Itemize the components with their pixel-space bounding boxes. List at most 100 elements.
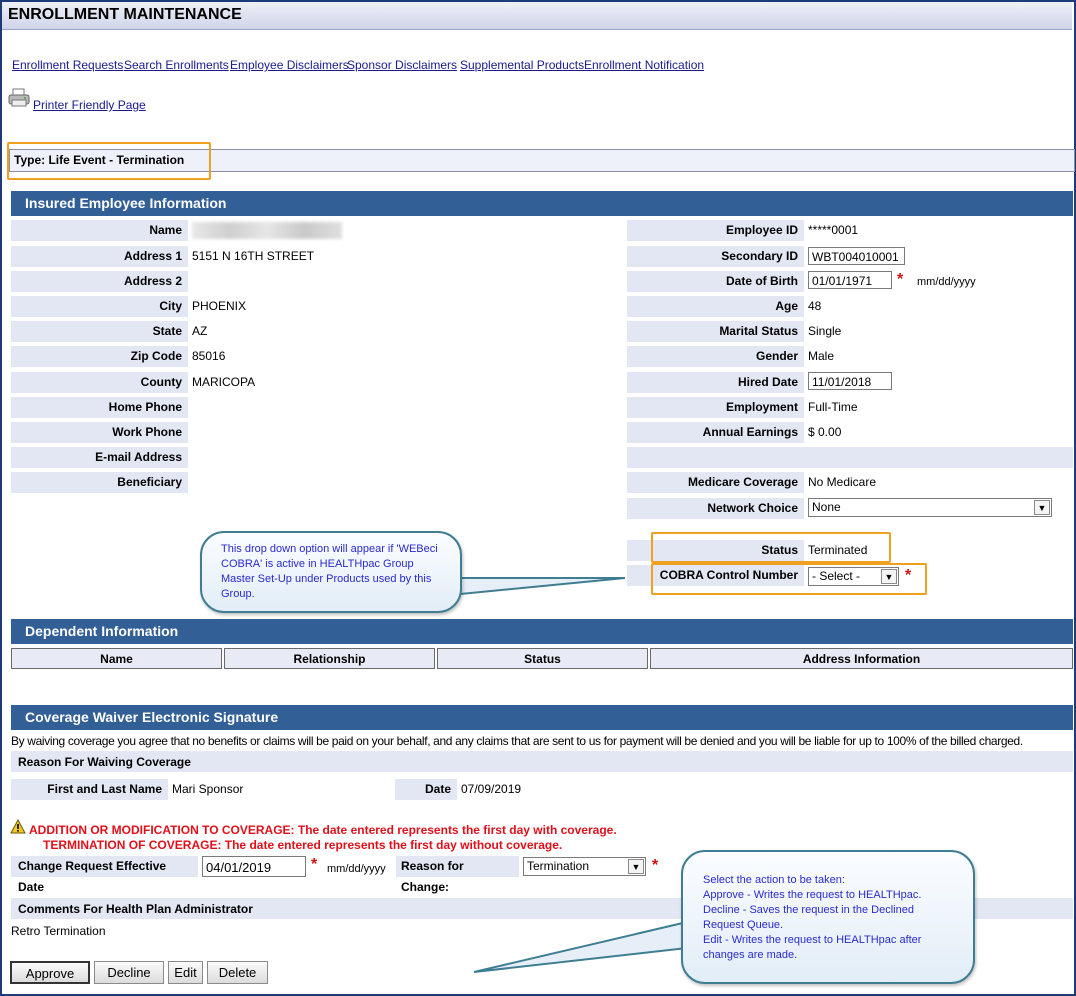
actions-callout-approve: Approve - Writes the request to HEALTHpa… xyxy=(703,889,922,901)
earnings-value: $ 0.00 xyxy=(808,425,842,439)
zip-value: 85016 xyxy=(192,349,226,363)
dependent-col-address: Address Information xyxy=(650,648,1073,669)
nav-employee-disclaimers[interactable]: Employee Disclaimers xyxy=(230,58,349,72)
address1-value: 5151 N 16TH STREET xyxy=(192,249,315,263)
cobra-highlight xyxy=(651,563,927,595)
work-phone-label: Work Phone xyxy=(11,422,188,443)
warning-termination: TERMINATION OF COVERAGE: The date entere… xyxy=(43,838,563,852)
zip-label: Zip Code xyxy=(11,346,188,367)
approve-button[interactable]: Approve xyxy=(10,961,90,984)
secondary-id-label: Secondary ID xyxy=(627,246,804,267)
decline-button[interactable]: Decline xyxy=(94,961,164,984)
home-phone-label: Home Phone xyxy=(11,397,188,418)
email-label: E-mail Address xyxy=(11,447,188,468)
state-label: State xyxy=(11,321,188,342)
state-value: AZ xyxy=(192,324,208,338)
required-icon: * xyxy=(311,856,318,873)
reason-change-value: Termination xyxy=(527,859,590,873)
dependent-section-header: Dependent Information xyxy=(11,619,1073,644)
city-value: PHOENIX xyxy=(192,299,247,313)
comments-value: Retro Termination xyxy=(11,924,106,938)
name-value-redacted xyxy=(192,222,342,239)
gender-label: Gender xyxy=(627,346,804,367)
effective-date-input[interactable]: 04/01/2019 xyxy=(202,856,306,877)
first-last-name-value: Mari Sponsor xyxy=(172,782,244,796)
hired-label: Hired Date xyxy=(627,372,804,393)
delete-button[interactable]: Delete xyxy=(207,961,268,984)
waiver-date-value: 07/09/2019 xyxy=(461,782,522,796)
required-icon: * xyxy=(652,857,659,874)
status-highlight xyxy=(651,532,891,563)
nav-enrollment-notification[interactable]: Enrollment Notification xyxy=(584,58,704,72)
network-label: Network Choice xyxy=(627,498,804,519)
nav-search-enrollments[interactable]: Search Enrollments xyxy=(124,58,229,72)
marital-value: Single xyxy=(808,324,842,338)
dependent-col-status: Status xyxy=(437,648,648,669)
actions-callout-decline: Decline - Saves the request in the Decli… xyxy=(703,904,914,931)
hired-date-input[interactable]: 11/01/2018 xyxy=(808,372,892,390)
effective-date-format-hint: mm/dd/yyyy xyxy=(327,863,386,875)
page-title: ENROLLMENT MAINTENANCE xyxy=(8,6,242,23)
age-value: 48 xyxy=(808,299,822,313)
required-icon: * xyxy=(897,271,904,288)
printer-icon[interactable] xyxy=(8,88,30,108)
medicare-label: Medicare Coverage xyxy=(627,472,804,493)
network-choice-select[interactable]: None ▼ xyxy=(808,498,1052,517)
warning-icon xyxy=(10,818,26,834)
chevron-down-icon: ▼ xyxy=(1034,500,1050,515)
employment-label: Employment xyxy=(627,397,804,418)
actions-callout: Select the action to be taken: Approve -… xyxy=(681,850,975,984)
cobra-callout: This drop down option will appear if 'WE… xyxy=(200,531,462,613)
title-bar: ENROLLMENT MAINTENANCE xyxy=(2,2,1072,30)
medicare-value: No Medicare xyxy=(808,475,877,489)
secondary-id-input[interactable]: WBT004010001 xyxy=(808,247,905,265)
type-highlight xyxy=(7,142,211,180)
nav-supplemental-products[interactable]: Supplemental Products xyxy=(460,58,584,72)
dependent-col-relationship: Relationship xyxy=(224,648,435,669)
waiver-section-header: Coverage Waiver Electronic Signature xyxy=(11,705,1073,730)
actions-callout-intro: Select the action to be taken: xyxy=(703,874,845,886)
nav-sponsor-disclaimers[interactable]: Sponsor Disclaimers xyxy=(347,58,457,72)
network-choice-value: None xyxy=(812,500,841,514)
dob-label: Date of Birth xyxy=(627,271,804,292)
employee-section-header: Insured Employee Information xyxy=(11,191,1073,216)
employment-value: Full-Time xyxy=(808,400,858,414)
waiver-disclaimer: By waiving coverage you agree that no be… xyxy=(11,734,1023,748)
actions-callout-edit: Edit - Writes the request to HEALTHpac a… xyxy=(703,934,922,961)
printer-friendly-link[interactable]: Printer Friendly Page xyxy=(33,98,146,112)
waiver-section-title: Coverage Waiver Electronic Signature xyxy=(25,709,279,725)
callout-pointer xyxy=(473,920,688,973)
address2-label: Address 2 xyxy=(11,271,188,292)
address1-label: Address 1 xyxy=(11,246,188,267)
callout-pointer xyxy=(440,577,626,598)
city-label: City xyxy=(11,296,188,317)
effective-date-label: Change Request Effective Date xyxy=(11,856,198,894)
reason-change-label: Reason for Change: xyxy=(396,856,519,894)
actions-callout-text: Select the action to be taken: Approve -… xyxy=(703,873,955,963)
marital-label: Marital Status xyxy=(627,321,804,342)
name-label: Name xyxy=(11,220,188,241)
gender-value: Male xyxy=(808,349,835,363)
employee-id-label: Employee ID xyxy=(627,220,804,241)
dob-input[interactable]: 01/01/1971 xyxy=(808,271,892,289)
earnings-label: Annual Earnings xyxy=(627,422,804,443)
dob-format-hint: mm/dd/yyyy xyxy=(917,276,976,288)
age-label: Age xyxy=(627,296,804,317)
empty-row xyxy=(627,447,1073,468)
chevron-down-icon: ▼ xyxy=(628,859,644,874)
county-value: MARICOPA xyxy=(192,375,256,389)
reason-change-select[interactable]: Termination ▼ xyxy=(523,857,646,876)
employee-id-value: *****0001 xyxy=(808,223,859,237)
dependent-col-name: Name xyxy=(11,648,222,669)
warning-addition: ADDITION OR MODIFICATION TO COVERAGE: Th… xyxy=(29,823,617,837)
employee-section-title: Insured Employee Information xyxy=(25,195,227,211)
reason-waiving-header: Reason For Waiving Coverage xyxy=(18,755,191,769)
first-last-name-label: First and Last Name xyxy=(11,779,168,800)
beneficiary-label: Beneficiary xyxy=(11,472,188,493)
dependent-section-title: Dependent Information xyxy=(25,623,179,639)
comments-label: Comments For Health Plan Administrator xyxy=(18,902,253,916)
nav-enrollment-requests[interactable]: Enrollment Requests xyxy=(12,58,123,72)
edit-button[interactable]: Edit xyxy=(168,961,203,984)
county-label: County xyxy=(11,372,188,393)
waiver-date-label: Date xyxy=(395,779,457,800)
